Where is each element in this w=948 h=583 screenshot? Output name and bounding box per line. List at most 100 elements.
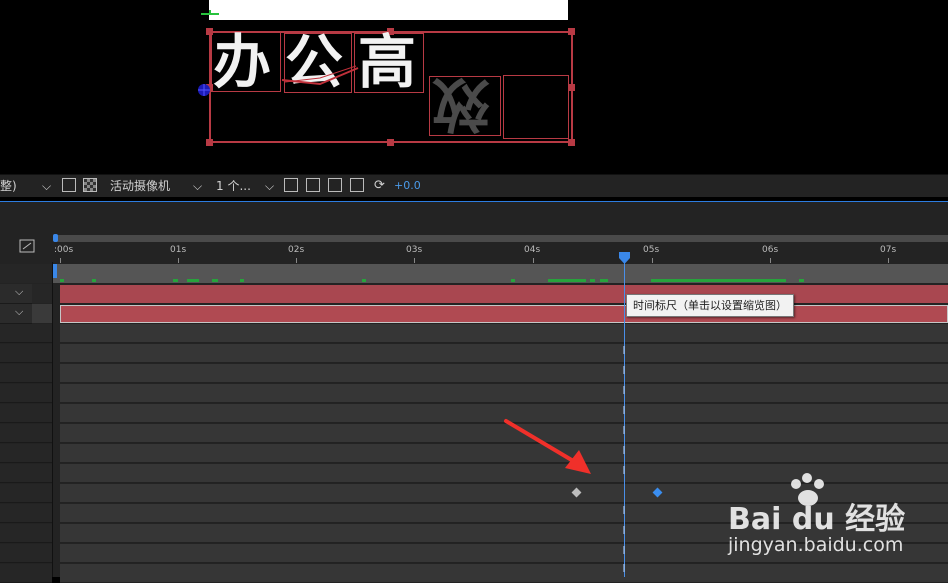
exposure-icon[interactable]: ⟳ [374, 177, 385, 195]
glyph-xiao: 效 [432, 70, 491, 138]
char-box-5 [503, 75, 569, 139]
viewer-toolbar: 整) ⌵ 活动摄像机 ⌵ 1 个... ⌵ ⟳ +0.0 [0, 174, 948, 197]
work-area-start-handle[interactable] [53, 234, 58, 242]
ruler-label-05s: 05s [643, 245, 660, 255]
left-col-row [0, 524, 52, 543]
left-col-layer-1-b [32, 284, 52, 303]
text-cursor-icon: I [622, 444, 626, 457]
handle-mr[interactable] [568, 84, 575, 91]
view-dropdown-label[interactable]: 整) [0, 177, 17, 195]
property-row[interactable] [60, 364, 948, 383]
left-col-row [0, 364, 52, 383]
handle-tr[interactable] [568, 28, 575, 35]
text-cursor-icon: I [622, 404, 626, 417]
chevron-down-icon[interactable]: ⌵ [193, 177, 202, 195]
cache-segment [590, 279, 595, 282]
text-cursor-icon: I [622, 544, 626, 557]
text-cursor-icon: I [622, 504, 626, 517]
glyph-gao: 高 [358, 28, 417, 96]
time-ruler[interactable] [52, 242, 948, 262]
fast-preview-icon[interactable] [306, 178, 320, 192]
property-row[interactable] [60, 324, 948, 343]
left-col-row [0, 564, 52, 583]
handle-br[interactable] [568, 139, 575, 146]
ruler-label-02s: 02s [288, 245, 305, 255]
timeline-icon[interactable] [328, 178, 342, 192]
ruler-tick [652, 258, 653, 263]
cache-segment [600, 279, 608, 282]
motion-path [280, 60, 360, 90]
cache-segment [60, 279, 64, 282]
cache-segment [362, 279, 366, 282]
text-cursor-icon: I [622, 384, 626, 397]
ruler-tick [60, 258, 61, 263]
region-of-interest-icon[interactable] [62, 178, 76, 192]
flowchart-icon[interactable] [350, 178, 364, 192]
composition-viewer[interactable]: 办 公 高 效 [0, 0, 948, 174]
chevron-down-icon[interactable]: ⌵ [15, 305, 23, 319]
ruler-tick [296, 258, 297, 263]
left-col-row [0, 464, 52, 483]
cache-segment [548, 279, 586, 282]
left-col-row [0, 504, 52, 523]
cache-segment [240, 279, 244, 282]
chevron-down-icon[interactable]: ⌵ [15, 285, 23, 299]
baidu-watermark: Bai du 经验 jingyan.baidu.com [724, 472, 948, 562]
ruler-tick [533, 258, 534, 263]
property-row[interactable] [60, 564, 948, 583]
cache-segment [799, 279, 804, 282]
ruler-label-06s: 06s [762, 245, 779, 255]
handle-bm[interactable] [387, 139, 394, 146]
camera-dropdown[interactable]: 活动摄像机 [110, 177, 170, 195]
cache-segment [92, 279, 96, 282]
anchor-point-icon[interactable] [196, 82, 212, 98]
column-divider[interactable] [52, 262, 53, 577]
ruler-tick [178, 258, 179, 263]
layer-bar-1[interactable] [60, 285, 948, 303]
chevron-down-icon[interactable]: ⌵ [42, 177, 51, 195]
left-col-row [0, 344, 52, 363]
transparency-grid-icon[interactable] [83, 178, 97, 192]
left-col-row [0, 444, 52, 463]
text-cursor-icon: I [622, 464, 626, 477]
ruler-tick [414, 258, 415, 263]
ruler-label-03s: 03s [406, 245, 423, 255]
composition-flowchart-icon[interactable] [19, 238, 35, 253]
ruler-tick [888, 258, 889, 263]
cache-segment [212, 279, 218, 282]
toggle-view-icon[interactable] [284, 178, 298, 192]
views-dropdown[interactable]: 1 个... [216, 177, 251, 195]
axis-gizmo-green [201, 0, 219, 15]
glyph-ban: 办 [213, 28, 272, 96]
ruler-label-04s: 04s [524, 245, 541, 255]
text-cursor-icon: I [622, 364, 626, 377]
handle-bl[interactable] [206, 139, 213, 146]
left-col-row [0, 384, 52, 403]
property-row[interactable] [60, 384, 948, 403]
layer-bar-2[interactable] [60, 305, 948, 323]
left-col-row [0, 544, 52, 563]
left-col-row [0, 424, 52, 443]
cache-segment [651, 279, 786, 282]
work-area-bar[interactable] [56, 235, 948, 242]
ruler-label-07s: 07s [880, 245, 897, 255]
left-col-row [0, 404, 52, 423]
property-row[interactable] [60, 344, 948, 363]
annotation-arrow [503, 418, 595, 478]
watermark-url: jingyan.baidu.com [728, 534, 904, 556]
time-ruler-tooltip: 时间标尺（单击以设置缩览图） [626, 294, 794, 317]
chevron-down-icon[interactable]: ⌵ [265, 177, 274, 195]
cache-segment [511, 279, 515, 282]
paw-icon [786, 472, 830, 512]
left-col-layer-2-b [32, 304, 52, 323]
white-solid-layer[interactable] [209, 0, 568, 20]
current-time-indicator-head[interactable] [619, 249, 630, 264]
ruler-label-01s: 01s [170, 245, 187, 255]
exposure-value[interactable]: +0.0 [394, 177, 421, 195]
text-cursor-icon: I [622, 524, 626, 537]
cache-segment [187, 279, 199, 282]
text-cursor-icon: I [622, 344, 626, 357]
ruler-tick [770, 258, 771, 263]
ruler-label-00s: :00s [54, 245, 74, 255]
left-col-row [0, 324, 52, 343]
